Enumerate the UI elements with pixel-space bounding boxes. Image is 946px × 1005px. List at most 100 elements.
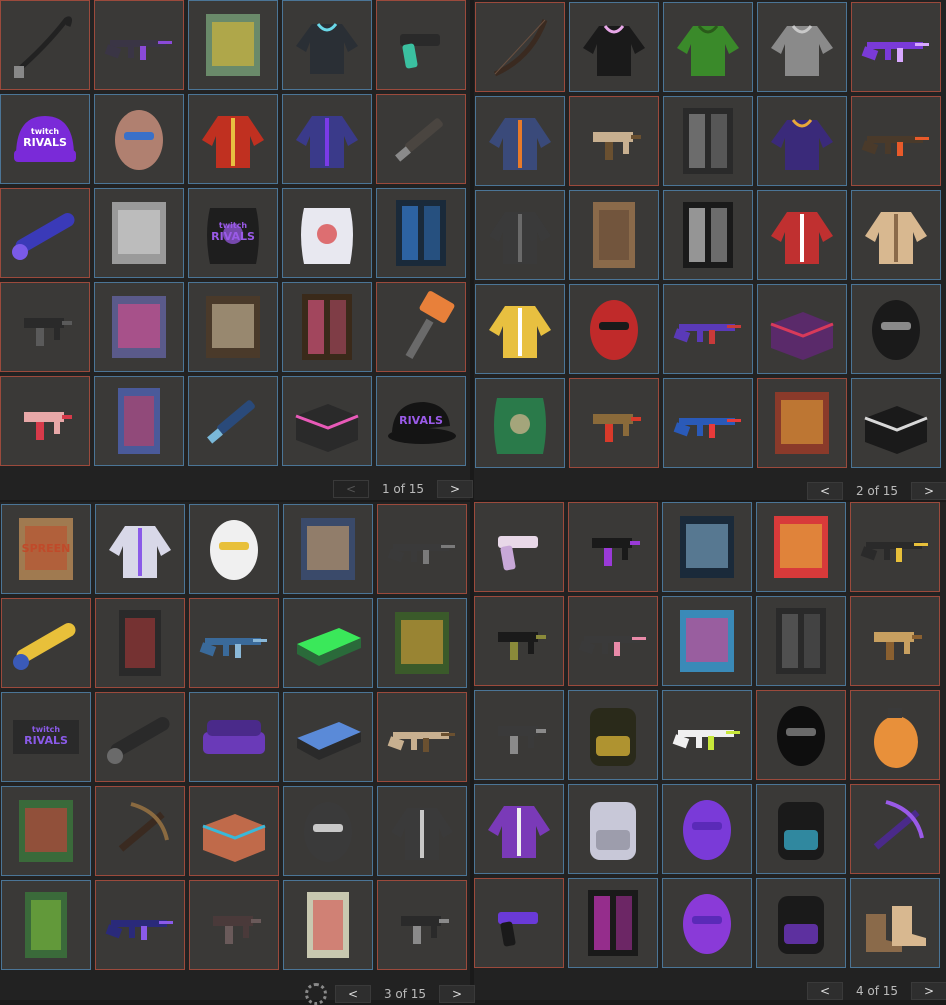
item-slot[interactable] xyxy=(94,94,184,184)
item-slot[interactable] xyxy=(95,880,185,970)
item-slot[interactable] xyxy=(569,378,659,468)
item-slot[interactable] xyxy=(188,0,278,90)
item-slot[interactable] xyxy=(283,880,373,970)
item-slot[interactable] xyxy=(377,598,467,688)
item-slot[interactable] xyxy=(377,504,467,594)
item-slot[interactable] xyxy=(94,282,184,372)
item-slot[interactable] xyxy=(94,188,184,278)
item-slot[interactable] xyxy=(188,376,278,466)
item-slot[interactable] xyxy=(189,692,279,782)
item-slot[interactable] xyxy=(377,880,467,970)
item-slot[interactable] xyxy=(663,190,753,280)
prev-page-button[interactable]: < xyxy=(807,482,843,500)
item-slot[interactable] xyxy=(283,598,373,688)
item-slot[interactable]: twitch RIVALS xyxy=(188,188,278,278)
prev-page-button[interactable]: < xyxy=(335,985,371,1003)
item-slot[interactable] xyxy=(757,378,847,468)
item-slot[interactable] xyxy=(756,596,846,686)
item-slot[interactable] xyxy=(94,376,184,466)
item-slot[interactable] xyxy=(757,284,847,374)
item-slot[interactable] xyxy=(474,878,564,968)
item-slot[interactable] xyxy=(568,878,658,968)
item-slot[interactable] xyxy=(663,284,753,374)
item-slot[interactable] xyxy=(283,504,373,594)
item-slot[interactable] xyxy=(283,692,373,782)
item-slot[interactable] xyxy=(95,786,185,876)
item-slot[interactable] xyxy=(756,502,846,592)
item-slot[interactable] xyxy=(1,598,91,688)
next-page-button[interactable]: > xyxy=(911,482,946,500)
item-slot[interactable] xyxy=(94,0,184,90)
item-slot[interactable] xyxy=(376,0,466,90)
prev-page-button[interactable]: < xyxy=(333,480,369,498)
item-slot[interactable] xyxy=(282,0,372,90)
item-slot[interactable] xyxy=(851,378,941,468)
item-slot[interactable] xyxy=(282,376,372,466)
item-slot[interactable] xyxy=(568,690,658,780)
item-slot[interactable] xyxy=(377,786,467,876)
item-slot[interactable] xyxy=(756,878,846,968)
item-slot[interactable]: SPREEN xyxy=(1,504,91,594)
prev-page-button[interactable]: < xyxy=(807,982,843,1000)
item-slot[interactable] xyxy=(474,502,564,592)
item-slot[interactable] xyxy=(568,596,658,686)
next-page-button[interactable]: > xyxy=(439,985,475,1003)
item-slot[interactable] xyxy=(850,502,940,592)
item-slot[interactable] xyxy=(0,282,90,372)
item-slot[interactable] xyxy=(189,880,279,970)
item-slot[interactable] xyxy=(475,96,565,186)
item-slot[interactable] xyxy=(569,2,659,92)
item-slot[interactable] xyxy=(569,284,659,374)
next-page-button[interactable]: > xyxy=(911,982,946,1000)
item-slot[interactable] xyxy=(662,502,752,592)
item-slot[interactable] xyxy=(188,94,278,184)
item-slot[interactable] xyxy=(757,96,847,186)
item-slot[interactable] xyxy=(569,96,659,186)
item-slot[interactable] xyxy=(377,692,467,782)
item-slot[interactable] xyxy=(568,784,658,874)
item-slot[interactable] xyxy=(95,692,185,782)
item-slot[interactable] xyxy=(757,2,847,92)
item-slot[interactable] xyxy=(756,784,846,874)
item-slot[interactable] xyxy=(850,596,940,686)
item-slot[interactable] xyxy=(474,784,564,874)
item-slot[interactable] xyxy=(474,690,564,780)
item-slot[interactable] xyxy=(663,2,753,92)
item-slot[interactable] xyxy=(475,2,565,92)
item-slot[interactable] xyxy=(1,880,91,970)
item-slot[interactable] xyxy=(189,598,279,688)
item-slot[interactable] xyxy=(662,878,752,968)
item-slot[interactable] xyxy=(850,784,940,874)
item-slot[interactable] xyxy=(662,596,752,686)
item-slot[interactable]: twitch RIVALS xyxy=(1,692,91,782)
item-slot[interactable] xyxy=(757,190,847,280)
next-page-button[interactable]: > xyxy=(437,480,473,498)
item-slot[interactable] xyxy=(851,96,941,186)
item-slot[interactable] xyxy=(95,504,185,594)
item-slot[interactable] xyxy=(376,94,466,184)
item-slot[interactable] xyxy=(0,0,90,90)
item-slot[interactable] xyxy=(474,596,564,686)
item-slot[interactable] xyxy=(663,378,753,468)
item-slot[interactable] xyxy=(662,784,752,874)
item-slot[interactable] xyxy=(662,690,752,780)
item-slot[interactable] xyxy=(189,786,279,876)
item-slot[interactable] xyxy=(569,190,659,280)
item-slot[interactable] xyxy=(188,282,278,372)
item-slot[interactable] xyxy=(851,190,941,280)
item-slot[interactable] xyxy=(568,502,658,592)
item-slot[interactable] xyxy=(283,786,373,876)
item-slot[interactable] xyxy=(851,284,941,374)
item-slot[interactable] xyxy=(376,188,466,278)
item-slot[interactable] xyxy=(850,690,940,780)
item-slot[interactable] xyxy=(756,690,846,780)
item-slot[interactable] xyxy=(189,504,279,594)
item-slot[interactable] xyxy=(1,786,91,876)
item-slot[interactable] xyxy=(282,94,372,184)
item-slot[interactable] xyxy=(475,284,565,374)
item-slot[interactable] xyxy=(0,188,90,278)
item-slot[interactable] xyxy=(282,282,372,372)
item-slot[interactable] xyxy=(663,96,753,186)
item-slot[interactable]: RIVALS xyxy=(376,376,466,466)
item-slot[interactable] xyxy=(475,190,565,280)
